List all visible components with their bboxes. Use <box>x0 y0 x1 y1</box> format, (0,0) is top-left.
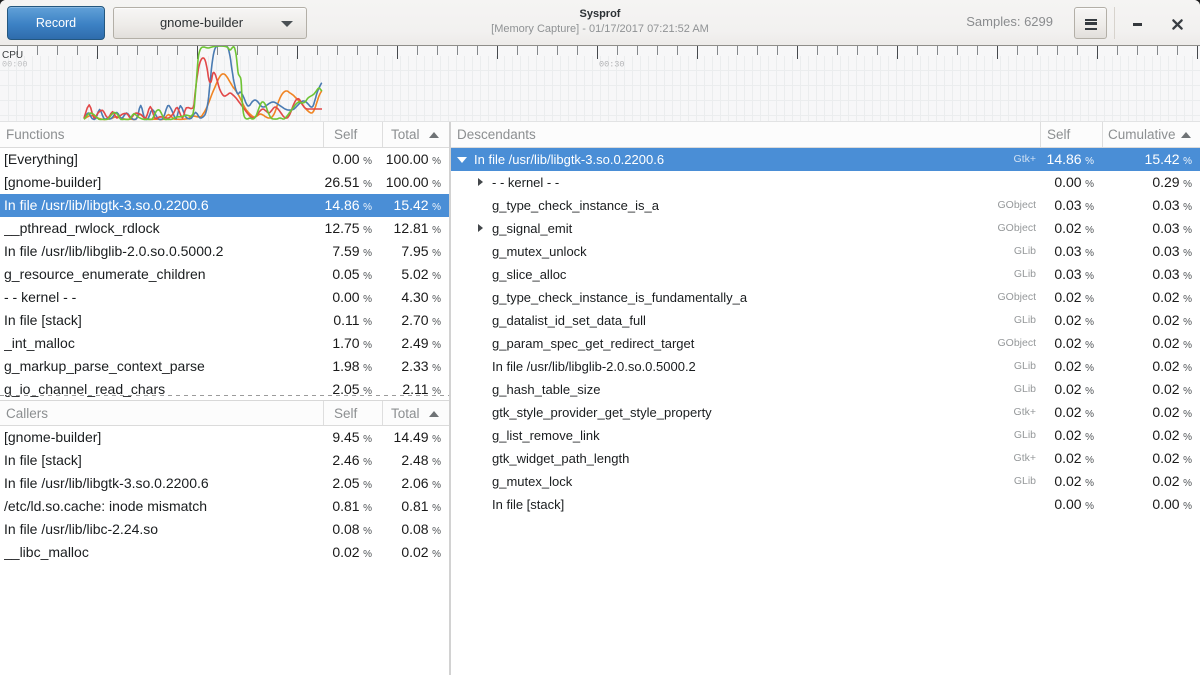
svg-text:00:00: 00:00 <box>2 60 28 70</box>
svg-text:00:30: 00:30 <box>599 60 625 70</box>
